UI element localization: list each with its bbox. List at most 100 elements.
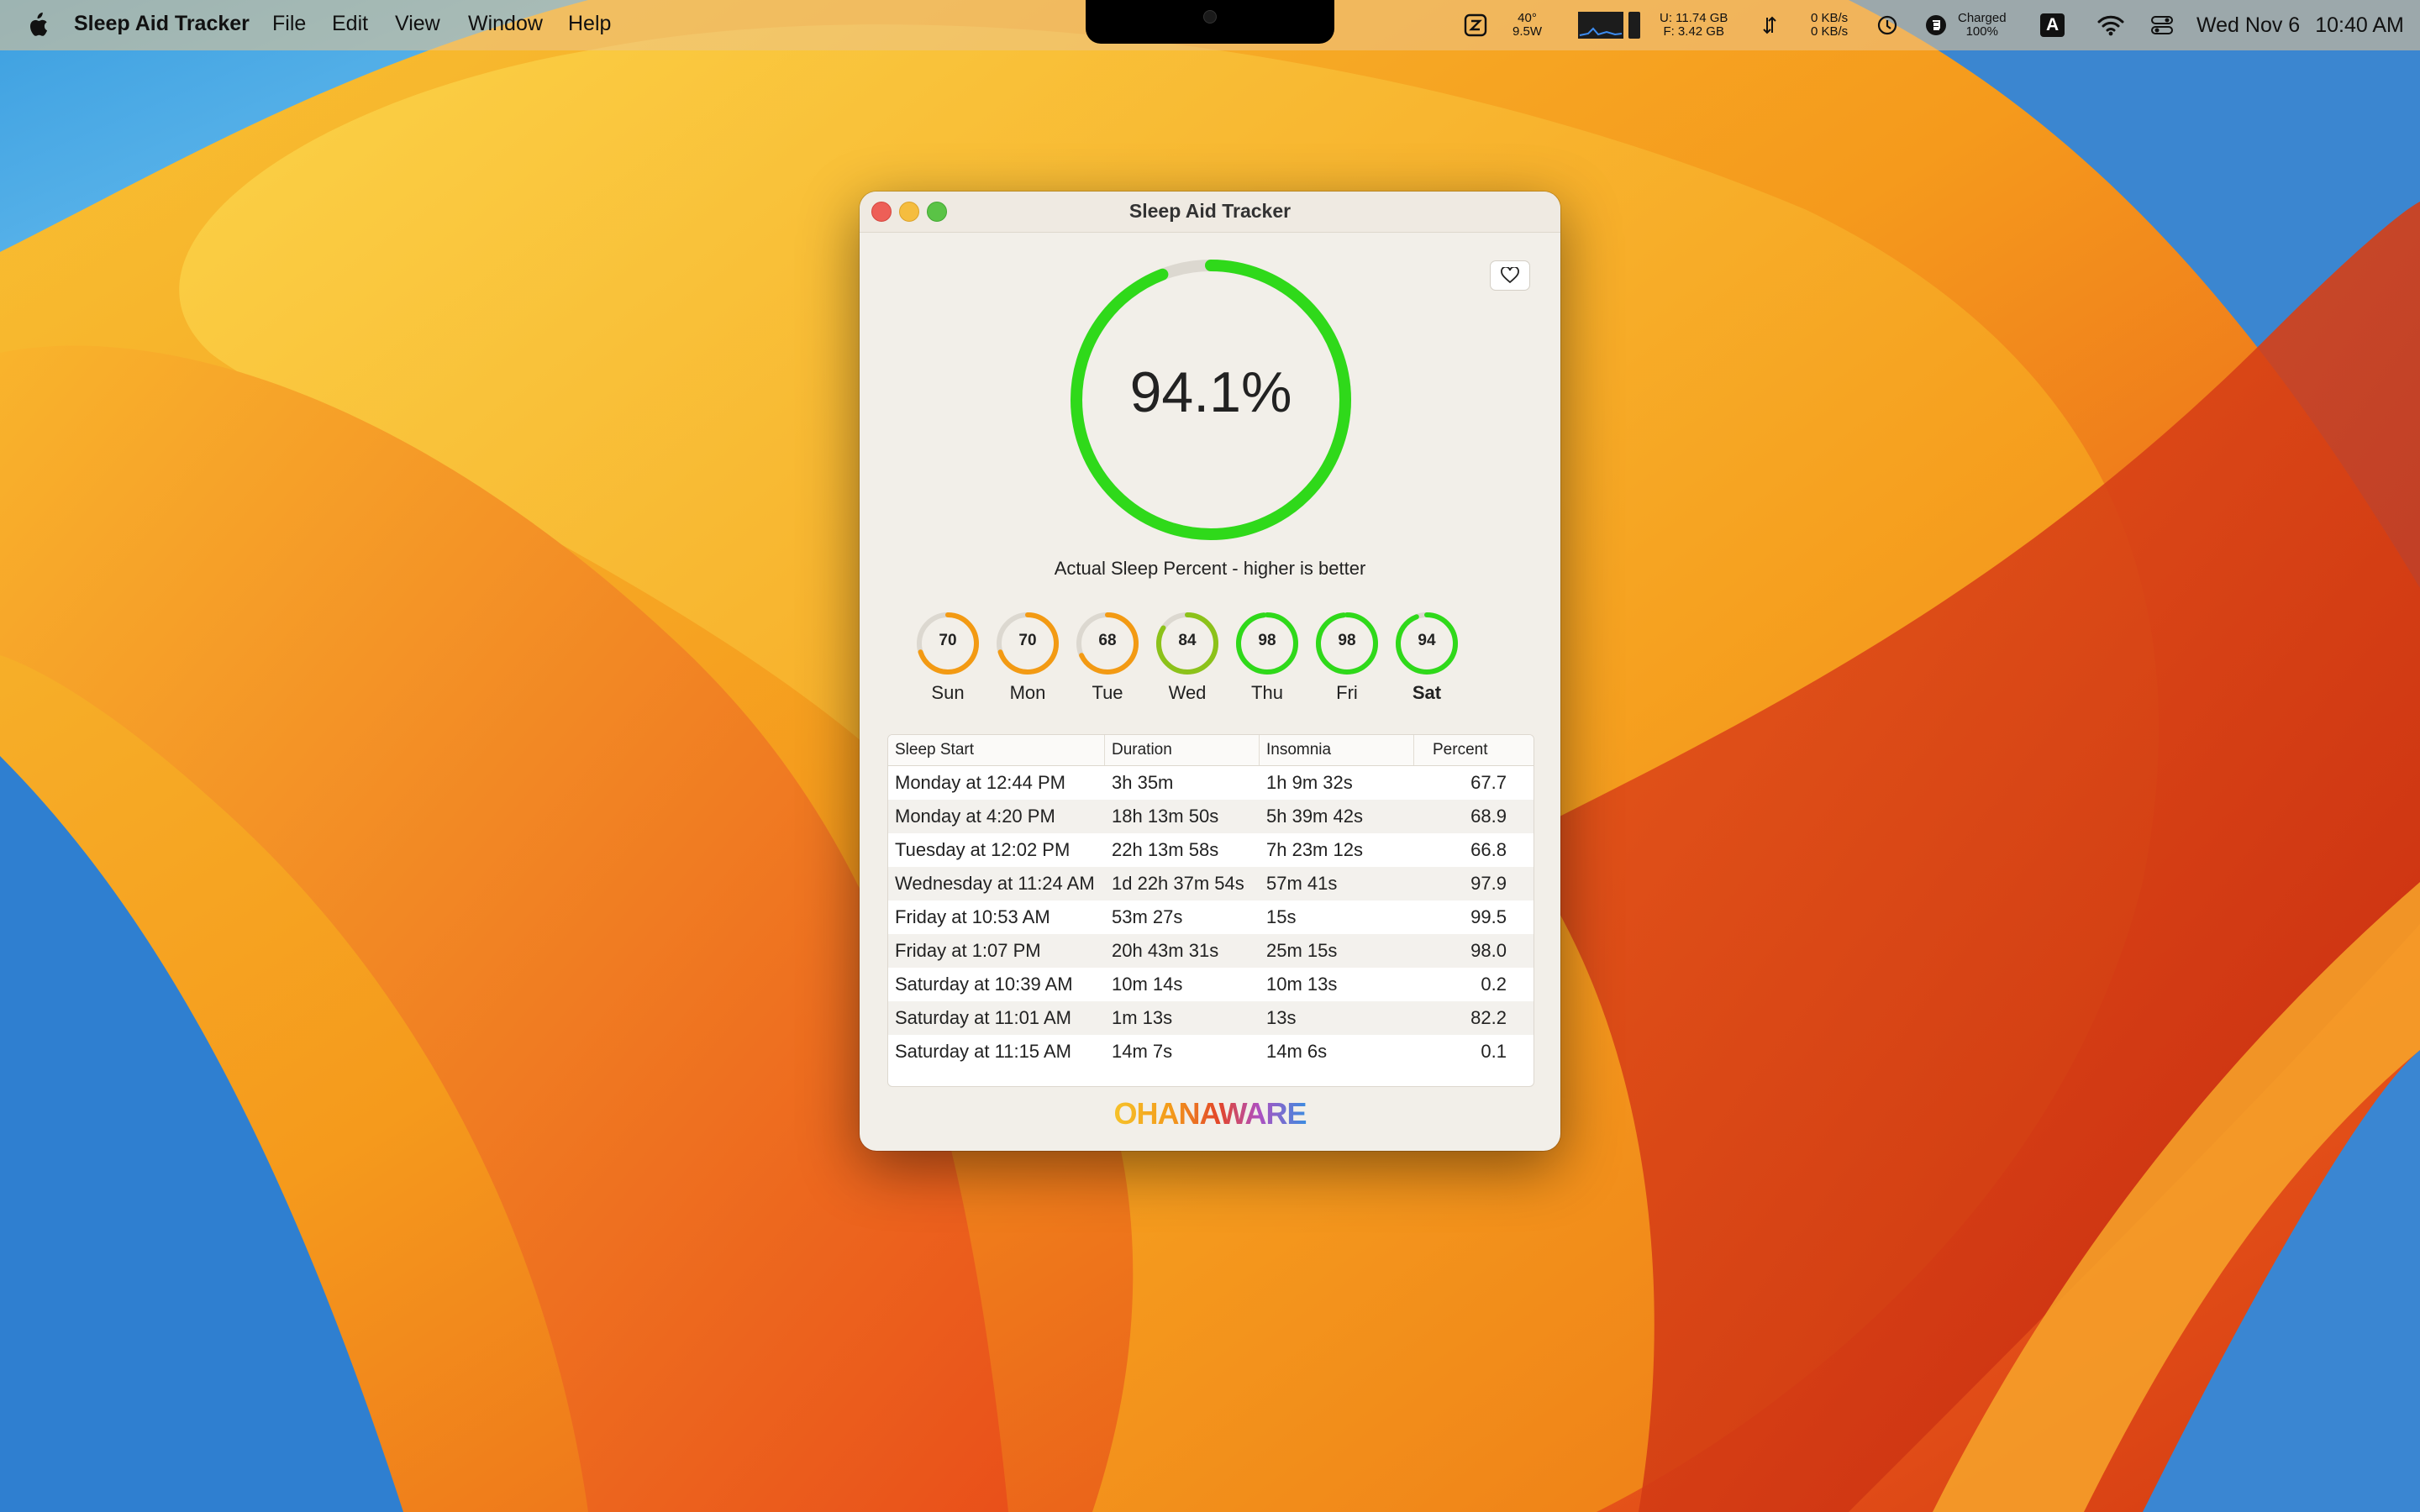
apple-menu-icon[interactable] — [25, 12, 49, 39]
sleep-table[interactable]: Sleep Start Duration Insomnia Percent Mo… — [887, 734, 1534, 1087]
cpu-graph[interactable] — [1578, 0, 1640, 50]
menu-window[interactable]: Window — [468, 12, 543, 36]
status-network[interactable]: 0 KB/s 0 KB/s — [1811, 0, 1848, 50]
table-body: Monday at 12:44 PM 3h 35m 1h 9m 32s 67.7 Mon… — [888, 766, 1534, 1068]
table-row[interactable]: Wednesday at 11:24 AM 1d 22h 37m 54s 57m 4… — [888, 867, 1534, 900]
cell-sleep-start: Tuesday at 12:02 PM — [895, 839, 1071, 860]
cell-sleep-start: Saturday at 11:15 AM — [895, 1041, 1071, 1062]
day-value: 98 — [1258, 632, 1276, 649]
cell-sleep-start: Saturday at 11:01 AM — [895, 1007, 1071, 1028]
cell-duration: 10m 14s — [1112, 974, 1183, 995]
day-ring-mon[interactable]: 70 Mon — [994, 610, 1061, 704]
cell-sleep-start: Monday at 12:44 PM — [895, 772, 1066, 793]
menu-edit[interactable]: Edit — [332, 12, 368, 36]
cell-insomnia: 15s — [1266, 906, 1297, 927]
cell-sleep-start: Saturday at 10:39 AM — [895, 974, 1073, 995]
cell-insomnia: 25m 15s — [1266, 940, 1338, 961]
cell-percent: 97.9 — [1470, 873, 1507, 894]
menu-help[interactable]: Help — [568, 12, 611, 36]
day-value: 94 — [1418, 632, 1436, 649]
title-bar[interactable]: Sleep Aid Tracker — [860, 192, 1560, 233]
status-app-icon[interactable] — [1464, 0, 1487, 50]
menu-file[interactable]: File — [272, 12, 306, 36]
column-header-sleep-start[interactable]: Sleep Start — [888, 735, 1105, 765]
table-row[interactable]: Friday at 10:53 AM 53m 27s 15s 99.5 — [888, 900, 1534, 934]
heart-icon — [1501, 267, 1519, 284]
cell-percent: 66.8 — [1470, 839, 1507, 860]
clock-time: 10:40 AM — [2315, 13, 2404, 37]
cell-insomnia: 7h 23m 12s — [1266, 839, 1363, 860]
table-row[interactable]: Friday at 1:07 PM 20h 43m 31s 25m 15s 98.0 — [888, 934, 1534, 968]
menu-view[interactable]: View — [395, 12, 440, 36]
day-value: 70 — [1018, 632, 1037, 649]
control-center-icon[interactable] — [2150, 0, 2174, 50]
day-ring-fri[interactable]: 98 Fri — [1313, 610, 1381, 704]
column-header-insomnia[interactable]: Insomnia — [1260, 735, 1414, 765]
cell-percent: 98.0 — [1470, 940, 1507, 961]
battery-app-icon[interactable] — [1924, 0, 1948, 50]
column-header-percent[interactable]: Percent — [1414, 735, 1534, 765]
cell-insomnia: 1h 9m 32s — [1266, 772, 1353, 793]
day-ring-sat[interactable]: 94 Sat — [1393, 610, 1460, 704]
wifi-icon[interactable] — [2097, 0, 2124, 50]
table-row[interactable]: Tuesday at 12:02 PM 22h 13m 58s 7h 23m 12s… — [888, 833, 1534, 867]
battery-status: Charged — [1958, 11, 2007, 25]
battery-percent: 100% — [1965, 24, 1998, 39]
overall-percent: 94.1% — [1129, 360, 1292, 424]
cell-insomnia: 5h 39m 42s — [1266, 806, 1363, 827]
day-value: 98 — [1338, 632, 1356, 649]
day-label: Sun — [931, 682, 965, 703]
day-label: Thu — [1251, 682, 1283, 703]
cell-duration: 22h 13m 58s — [1112, 839, 1219, 860]
cell-percent: 0.2 — [1481, 974, 1507, 995]
cell-percent: 0.1 — [1481, 1041, 1507, 1062]
cell-insomnia: 10m 13s — [1266, 974, 1338, 995]
cell-insomnia: 13s — [1266, 1007, 1297, 1028]
cell-sleep-start: Friday at 1:07 PM — [895, 940, 1041, 961]
status-battery[interactable]: Charged 100% — [1958, 0, 2007, 50]
temp-readout: 40° — [1518, 11, 1537, 25]
cell-duration: 20h 43m 31s — [1112, 940, 1219, 961]
clock-date: Wed Nov 6 — [2196, 13, 2301, 37]
time-machine-icon[interactable] — [1876, 0, 1899, 50]
cell-percent: 67.7 — [1470, 772, 1507, 793]
cell-duration: 18h 13m 50s — [1112, 806, 1219, 827]
day-value: 70 — [939, 632, 957, 649]
day-label: Sat — [1412, 682, 1442, 703]
status-memory[interactable]: U: 11.74 GB F: 3.42 GB — [1660, 0, 1728, 50]
network-up: 0 KB/s — [1811, 11, 1849, 25]
table-header: Sleep Start Duration Insomnia Percent — [888, 735, 1534, 766]
clock[interactable]: Wed Nov 6 10:40 AM — [2196, 0, 2404, 50]
day-label: Wed — [1168, 682, 1207, 703]
table-row[interactable]: Saturday at 10:39 AM 10m 14s 10m 13s 0.2 — [888, 968, 1534, 1001]
memory-used: U: 11.74 GB — [1660, 11, 1728, 25]
day-ring-sun[interactable]: 70 Sun — [914, 610, 981, 704]
app-menu-title[interactable]: Sleep Aid Tracker — [74, 12, 250, 36]
cell-sleep-start: Wednesday at 11:24 AM — [895, 873, 1095, 894]
table-row[interactable]: Saturday at 11:01 AM 1m 13s 13s 82.2 — [888, 1001, 1534, 1035]
cell-sleep-start: Monday at 4:20 PM — [895, 806, 1055, 827]
ring-subtitle: Actual Sleep Percent - higher is better — [1054, 558, 1366, 579]
network-arrows-icon[interactable] — [1763, 0, 1776, 50]
day-label: Mon — [1009, 682, 1046, 703]
cell-duration: 3h 35m — [1112, 772, 1174, 793]
day-ring-wed[interactable]: 84 Wed — [1154, 610, 1221, 704]
cpu-graph-icon — [1578, 12, 1640, 39]
day-ring-thu[interactable]: 98 Thu — [1234, 610, 1301, 704]
day-ring-tue[interactable]: 68 Tue — [1074, 610, 1141, 704]
app-status-icon — [1464, 13, 1487, 37]
day-label: Tue — [1092, 682, 1123, 703]
favorite-button[interactable] — [1490, 260, 1530, 291]
table-row[interactable]: Monday at 12:44 PM 3h 35m 1h 9m 32s 67.7 — [888, 766, 1534, 800]
window-title: Sleep Aid Tracker — [1128, 200, 1292, 222]
memory-free: F: 3.42 GB — [1663, 24, 1724, 39]
column-header-duration[interactable]: Duration — [1105, 735, 1260, 765]
table-row[interactable]: Saturday at 11:15 AM 14m 7s 14m 6s 0.1 — [888, 1035, 1534, 1068]
status-temp-power[interactable]: 40° 9.5W — [1512, 0, 1542, 50]
cell-duration: 1d 22h 37m 54s — [1112, 873, 1244, 894]
table-row[interactable]: Monday at 4:20 PM 18h 13m 50s 5h 39m 42s 68… — [888, 800, 1534, 833]
cell-sleep-start: Friday at 10:53 AM — [895, 906, 1050, 927]
day-value: 84 — [1178, 632, 1197, 649]
input-source[interactable]: A — [2040, 0, 2065, 50]
day-value: 68 — [1098, 632, 1117, 649]
